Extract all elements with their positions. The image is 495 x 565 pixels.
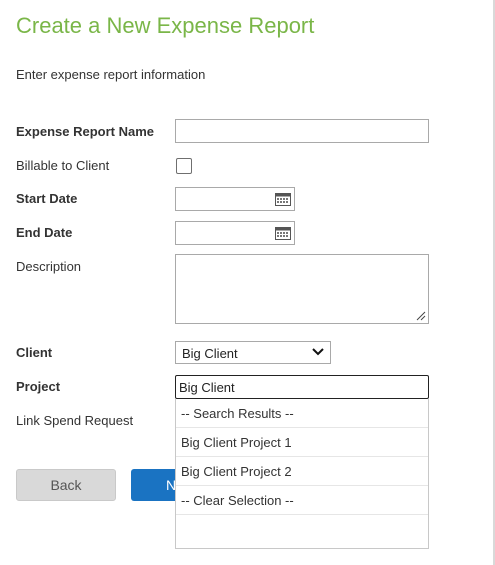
project-dropdown-list: -- Search Results -- Big Client Project …	[175, 399, 429, 549]
client-select[interactable]: Big Client	[175, 341, 331, 364]
start-date-input[interactable]	[175, 187, 295, 211]
next-button[interactable]: N	[131, 469, 177, 501]
resize-grip-icon[interactable]	[416, 311, 426, 321]
project-label: Project	[16, 379, 61, 394]
page-subtitle: Enter expense report information	[16, 67, 206, 82]
chevron-down-icon	[312, 348, 324, 356]
list-item[interactable]: Big Client Project 2	[176, 457, 428, 486]
list-item[interactable]: -- Search Results --	[176, 399, 428, 428]
billable-label: Billable to Client	[16, 158, 110, 173]
expense-report-name-label: Expense Report Name	[16, 124, 154, 139]
calendar-icon[interactable]	[275, 192, 291, 206]
description-label: Description	[16, 259, 82, 274]
start-date-label: Start Date	[16, 191, 78, 206]
back-button[interactable]: Back	[16, 469, 116, 501]
end-date-input[interactable]	[175, 221, 295, 245]
end-date-label: End Date	[16, 225, 73, 240]
page-title: Create a New Expense Report	[16, 13, 315, 38]
list-item[interactable]: -- Clear Selection --	[176, 486, 428, 515]
calendar-icon[interactable]	[275, 226, 291, 240]
client-label: Client	[16, 345, 53, 360]
list-item[interactable]: Big Client Project 1	[176, 428, 428, 457]
project-search-input[interactable]: Big Client	[175, 375, 429, 399]
link-spend-request-label: Link Spend Request	[16, 413, 134, 428]
client-selected-value: Big Client	[182, 346, 238, 361]
expense-report-name-input[interactable]	[175, 119, 429, 143]
description-textarea[interactable]	[175, 254, 429, 324]
billable-checkbox[interactable]	[176, 158, 192, 174]
